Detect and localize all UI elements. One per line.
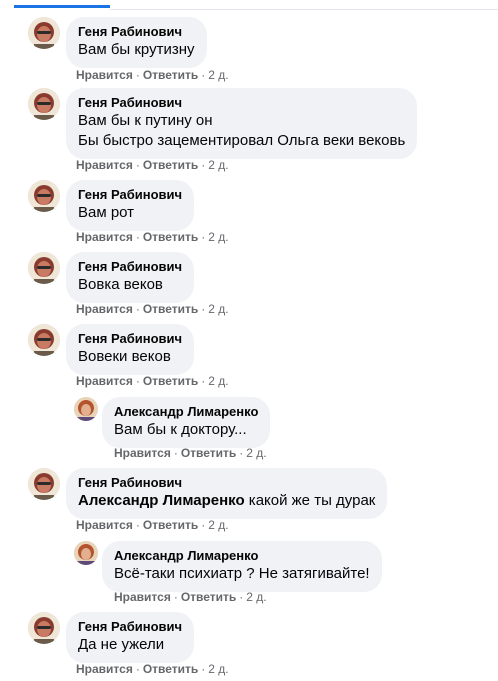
separator: · <box>239 590 244 604</box>
separator: · <box>135 230 140 244</box>
comment-bubble: Геня Рабинович Вовеки веков <box>66 324 195 375</box>
comment-bubble: Александр Лимаренко Вам бы к доктору... <box>102 397 271 448</box>
comment-text: Вам рот <box>78 204 135 221</box>
comment-author[interactable]: Геня Рабинович <box>78 95 405 111</box>
timestamp[interactable]: 2 д. <box>208 302 228 316</box>
comment-author[interactable]: Геня Рабинович <box>78 187 182 203</box>
comment-bubble: Геня Рабинович Вовка веков <box>66 252 195 303</box>
avatar-icon[interactable] <box>28 612 60 644</box>
comment-actions: Нравится · Ответить · 2 д. <box>76 373 229 389</box>
comment-actions: Нравится · Ответить · 2 д. <box>76 229 229 245</box>
comment-author[interactable]: Геня Рабинович <box>78 259 182 275</box>
comment-actions: Нравится · Ответить · 2 д. <box>76 661 229 677</box>
comment-bubble: Геня Рабинович Вам бы к путину он Бы быс… <box>66 88 418 159</box>
like-button[interactable]: Нравится <box>76 158 133 172</box>
reply-button[interactable]: Ответить <box>143 374 198 388</box>
like-button[interactable]: Нравится <box>76 374 133 388</box>
tab-indicator <box>14 5 110 8</box>
comment-author[interactable]: Геня Рабинович <box>78 24 195 40</box>
comment-actions: Нравится · Ответить · 2 д. <box>76 517 229 533</box>
like-button[interactable]: Нравится <box>76 662 133 676</box>
separator: · <box>201 68 206 82</box>
comment-bubble: Геня Рабинович Вам бы крутизну <box>66 17 207 68</box>
comment-actions: Нравится · Ответить · 2 д. <box>76 157 229 173</box>
separator: · <box>173 446 178 460</box>
reply-button[interactable]: Ответить <box>143 302 198 316</box>
avatar-icon[interactable] <box>28 468 60 500</box>
reply-button[interactable]: Ответить <box>143 158 198 172</box>
comment-text: Всё-таки психиатр ? Не затягивайте! <box>114 565 370 582</box>
comment-actions: Нравится · Ответить · 2 д. <box>76 301 229 317</box>
comment-actions: Нравится · Ответить · 2 д. <box>76 67 229 83</box>
mention-link[interactable]: Александр Лимаренко <box>78 492 245 509</box>
timestamp[interactable]: 2 д. <box>208 518 228 532</box>
comment-text: Вам бы крутизну <box>78 41 195 58</box>
comment-bubble: Геня Рабинович Александр Лимаренко какой… <box>66 468 388 519</box>
avatar-icon[interactable] <box>74 541 98 565</box>
separator: · <box>135 374 140 388</box>
timestamp[interactable]: 2 д. <box>246 590 266 604</box>
divider <box>110 9 498 10</box>
reply-button[interactable]: Ответить <box>181 446 236 460</box>
avatar-icon[interactable] <box>28 17 60 49</box>
like-button[interactable]: Нравится <box>76 518 133 532</box>
comment-text: Вовеки веков <box>78 348 171 365</box>
comment-author[interactable]: Геня Рабинович <box>78 331 182 347</box>
reply-button[interactable]: Ответить <box>143 518 198 532</box>
avatar-icon[interactable] <box>28 88 60 120</box>
avatar-icon[interactable] <box>28 324 60 356</box>
avatar-icon[interactable] <box>74 397 98 421</box>
separator: · <box>135 662 140 676</box>
comment-text: Да не ужели <box>78 636 165 653</box>
comment-author[interactable]: Геня Рабинович <box>78 619 182 635</box>
avatar-icon[interactable] <box>28 252 60 284</box>
separator: · <box>201 518 206 532</box>
comment-text-line: Вам бы к путину он <box>78 112 213 129</box>
like-button[interactable]: Нравится <box>114 590 171 604</box>
separator: · <box>239 446 244 460</box>
separator: · <box>201 662 206 676</box>
timestamp[interactable]: 2 д. <box>208 662 228 676</box>
separator: · <box>135 158 140 172</box>
timestamp[interactable]: 2 д. <box>208 374 228 388</box>
separator: · <box>135 518 140 532</box>
separator: · <box>201 158 206 172</box>
separator: · <box>201 230 206 244</box>
comment-author[interactable]: Александр Лимаренко <box>114 548 370 564</box>
comment-text-line: Бы быстро зацементировал Ольга веки веко… <box>78 132 406 149</box>
like-button[interactable]: Нравится <box>76 230 133 244</box>
comment-text: Вам бы к доктору... <box>114 421 247 438</box>
separator: · <box>135 302 140 316</box>
separator: · <box>173 590 178 604</box>
timestamp[interactable]: 2 д. <box>208 158 228 172</box>
comment-author[interactable]: Александр Лимаренко <box>114 404 258 420</box>
separator: · <box>201 302 206 316</box>
reply-button[interactable]: Ответить <box>143 230 198 244</box>
like-button[interactable]: Нравится <box>76 302 133 316</box>
comment-author[interactable]: Геня Рабинович <box>78 475 375 491</box>
timestamp[interactable]: 2 д. <box>246 446 266 460</box>
avatar-icon[interactable] <box>28 180 60 212</box>
comment-bubble: Геня Рабинович Вам рот <box>66 180 195 231</box>
timestamp[interactable]: 2 д. <box>208 68 228 82</box>
comment-text: Вовка веков <box>78 276 163 293</box>
reply-button[interactable]: Ответить <box>181 590 236 604</box>
reply-button[interactable]: Ответить <box>143 68 198 82</box>
comment-bubble: Геня Рабинович Да не ужели <box>66 612 195 663</box>
separator: · <box>201 374 206 388</box>
timestamp[interactable]: 2 д. <box>208 230 228 244</box>
like-button[interactable]: Нравится <box>76 68 133 82</box>
comment-actions: Нравится · Ответить · 2 д. <box>114 445 267 461</box>
comment-bubble: Александр Лимаренко Всё-таки психиатр ? … <box>102 541 382 592</box>
comment-text-body: какой же ты дурак <box>248 492 376 509</box>
comment-text: Александр Лимаренко какой же ты дурак <box>78 491 375 511</box>
reply-button[interactable]: Ответить <box>143 662 198 676</box>
separator: · <box>135 68 140 82</box>
like-button[interactable]: Нравится <box>114 446 171 460</box>
comment-actions: Нравится · Ответить · 2 д. <box>114 589 267 605</box>
